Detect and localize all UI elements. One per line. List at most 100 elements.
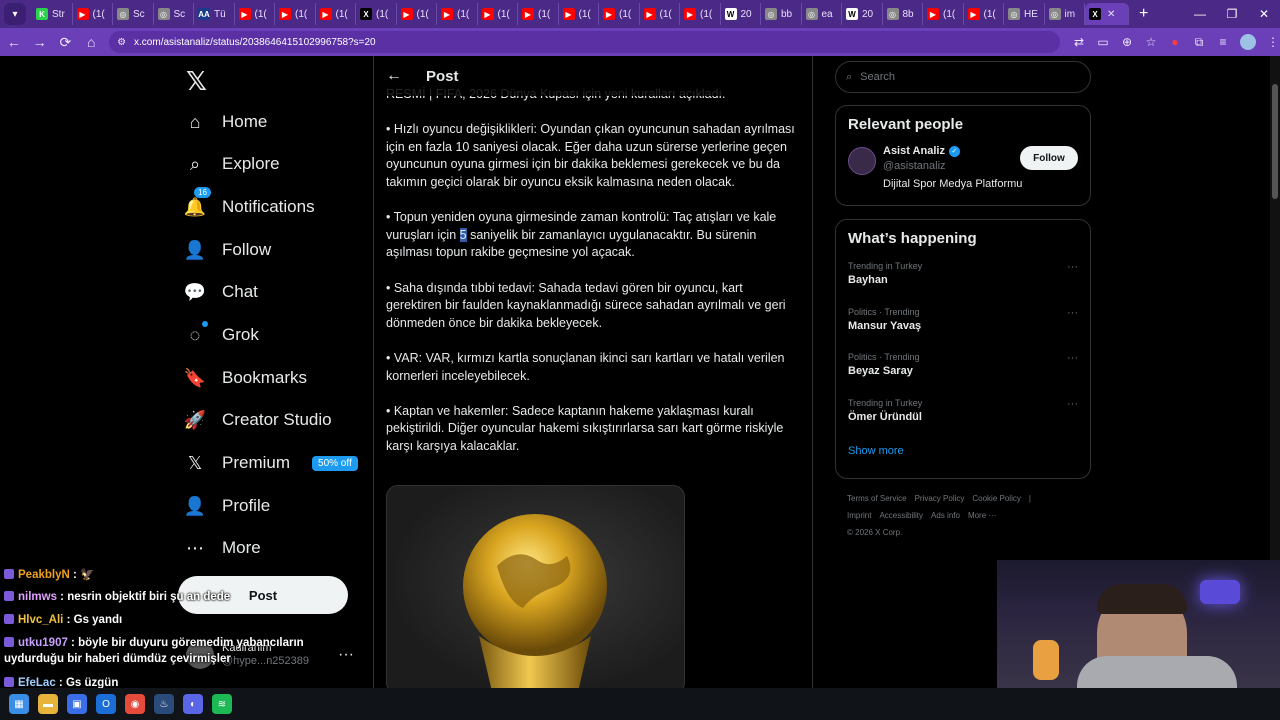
more-dots-icon[interactable]: ···: [1067, 398, 1078, 410]
nav-item-explore[interactable]: ⌕ Explore: [184, 144, 280, 184]
x-logo-icon[interactable]: 𝕏: [186, 66, 207, 97]
browser-tab[interactable]: K Str: [32, 3, 73, 25]
tab-title: (1(: [538, 8, 551, 20]
browser-tab[interactable]: ▶ (1(: [923, 3, 964, 25]
nav-item-profile[interactable]: 👤 Profile: [184, 486, 270, 526]
steam-icon[interactable]: ♨: [154, 694, 174, 714]
nav-item-premium[interactable]: 𝕏 Premium 50% off: [184, 443, 358, 483]
relevant-people-panel: Relevant people Asist Analiz ✓ @asistana…: [835, 105, 1091, 206]
browser-tab[interactable]: ▶ (1(: [397, 3, 437, 25]
store-icon[interactable]: ▣: [67, 694, 87, 714]
browser-tab[interactable]: ◎ im: [1045, 3, 1085, 25]
footer-link[interactable]: Privacy Policy: [915, 494, 965, 503]
scrollbar-thumb[interactable]: [1272, 84, 1278, 199]
browser-tab[interactable]: W 20: [721, 3, 761, 25]
browser-tab[interactable]: AA Tü: [194, 3, 235, 25]
nav-item-home[interactable]: ⌂ Home: [184, 102, 268, 142]
browser-tab[interactable]: ▶ (1(: [680, 3, 721, 25]
footer-link[interactable]: Accessibility: [879, 511, 923, 520]
avatar[interactable]: [848, 147, 876, 175]
browser-tab[interactable]: ▶ (1(: [559, 3, 599, 25]
footer-link[interactable]: © 2026 X Corp.: [847, 528, 902, 537]
maximize-button[interactable]: ❐: [1216, 0, 1248, 28]
browser-tab[interactable]: ▶ (1(: [275, 3, 316, 25]
file-explorer-icon[interactable]: ▬: [38, 694, 58, 714]
browser-tab[interactable]: ◎ HE: [1004, 3, 1045, 25]
forward-icon[interactable]: →: [28, 30, 52, 54]
more-dots-icon[interactable]: ···: [1067, 261, 1078, 273]
more-dots-icon[interactable]: ···: [1067, 352, 1078, 364]
site-info-icon[interactable]: ⚙: [117, 37, 126, 48]
cast-icon[interactable]: ▭: [1096, 35, 1110, 49]
outlook-icon[interactable]: O: [96, 694, 116, 714]
post-image[interactable]: [386, 485, 685, 688]
trend-item[interactable]: Trending in Turkey Ömer Üründül ···: [848, 394, 1078, 440]
browser-tab[interactable]: ▶ (1(: [640, 3, 680, 25]
footer-link[interactable]: Ads info: [931, 511, 960, 520]
nav-item-chat[interactable]: 💬 Chat: [184, 272, 258, 312]
browser-tab[interactable]: ▶ (1(: [518, 3, 559, 25]
browser-tab[interactable]: ▶ (1(: [235, 3, 275, 25]
extension-record-icon[interactable]: ●: [1168, 35, 1182, 49]
browser-tab[interactable]: ◎ ea: [802, 3, 842, 25]
trend-item[interactable]: Politics · Trending Mansur Yavaş ···: [848, 303, 1078, 349]
zoom-icon[interactable]: ⊕: [1120, 35, 1134, 49]
browser-tab[interactable]: ▶ (1(: [964, 3, 1004, 25]
browser-tab[interactable]: W 20: [842, 3, 883, 25]
browser-tab-active[interactable]: X ✕: [1085, 3, 1129, 25]
nav-item-grok[interactable]: ◌ Grok: [184, 315, 259, 355]
footer-link[interactable]: Cookie Policy: [972, 494, 1020, 503]
browser-tab[interactable]: ◎ bb: [761, 3, 802, 25]
nav-item-bookmarks[interactable]: 🔖 Bookmarks: [184, 358, 307, 398]
browser-tab[interactable]: ◎ Sc: [154, 3, 194, 25]
person-name[interactable]: Asist Analiz ✓: [883, 145, 960, 157]
more-dots-icon[interactable]: ···: [1067, 307, 1078, 319]
browser-tab[interactable]: ◎ 8b: [883, 3, 923, 25]
browser-tab[interactable]: ▶ (1(: [437, 3, 478, 25]
browser-menu-icon[interactable]: ⋮: [1266, 35, 1280, 49]
nav-item-follow[interactable]: 👤 Follow: [184, 230, 271, 270]
browser-tab[interactable]: ▶ (1(: [599, 3, 640, 25]
browser-tab[interactable]: ▶ (1(: [73, 3, 113, 25]
browser-tab[interactable]: X (1(: [356, 3, 397, 25]
footer-link[interactable]: More ···: [968, 511, 996, 520]
translate-icon[interactable]: ⇄: [1072, 35, 1086, 49]
browser-tab[interactable]: ▶ (1(: [478, 3, 518, 25]
browser-tab[interactable]: ▶ (1(: [316, 3, 356, 25]
follow-button[interactable]: Follow: [1020, 146, 1078, 170]
minimize-button[interactable]: —: [1184, 0, 1216, 28]
extensions-icon[interactable]: ⧉: [1192, 35, 1206, 50]
relevant-person[interactable]: Asist Analiz ✓ @asistanaliz Dijital Spor…: [848, 143, 1078, 199]
new-tab-button[interactable]: +: [1139, 5, 1148, 23]
nav-item-notifications[interactable]: 🔔 16 Notifications: [184, 187, 315, 227]
url-bar[interactable]: ⚙ x.com/asistanaliz/status/2038646415102…: [109, 31, 1060, 53]
spotify-icon[interactable]: ≋: [212, 694, 232, 714]
nav-item-creator-studio[interactable]: 🚀 Creator Studio: [184, 400, 332, 440]
tab-title: (1(: [619, 8, 632, 20]
chat-text: nesrin objektif biri şu an dede: [67, 591, 231, 603]
chrome-icon[interactable]: ◉: [125, 694, 145, 714]
nav-item-more[interactable]: ⋯ More: [184, 528, 261, 568]
close-window-button[interactable]: ✕: [1248, 0, 1280, 28]
discord-icon[interactable]: ◐: [183, 694, 203, 714]
star-icon[interactable]: ☆: [1144, 35, 1158, 49]
home-page-icon[interactable]: ⌂: [79, 30, 103, 54]
show-more-link[interactable]: Show more: [848, 445, 1078, 457]
start-icon[interactable]: ▦: [9, 694, 29, 714]
close-tab-icon[interactable]: ✕: [1107, 9, 1115, 20]
back-arrow-icon[interactable]: ←: [374, 67, 414, 85]
search-input[interactable]: [860, 71, 1061, 83]
footer-link[interactable]: Imprint: [847, 511, 871, 520]
browser-tab[interactable]: ◎ Sc: [113, 3, 154, 25]
search-box[interactable]: ⌕: [835, 61, 1091, 93]
trend-item[interactable]: Trending in Turkey Bayhan ···: [848, 257, 1078, 303]
menu-list-icon[interactable]: ≡: [1216, 35, 1230, 49]
profile-avatar[interactable]: [1239, 34, 1256, 50]
footer-link[interactable]: Terms of Service: [847, 494, 907, 503]
url-text[interactable]: x.com/asistanaliz/status/203864641510299…: [134, 37, 376, 48]
reload-icon[interactable]: ⟳: [54, 30, 78, 54]
tab-search-icon[interactable]: ▾: [4, 3, 26, 25]
back-icon[interactable]: ←: [2, 30, 26, 54]
more-dots-icon[interactable]: ···: [338, 646, 354, 664]
trend-item[interactable]: Politics · Trending Beyaz Saray ···: [848, 348, 1078, 394]
